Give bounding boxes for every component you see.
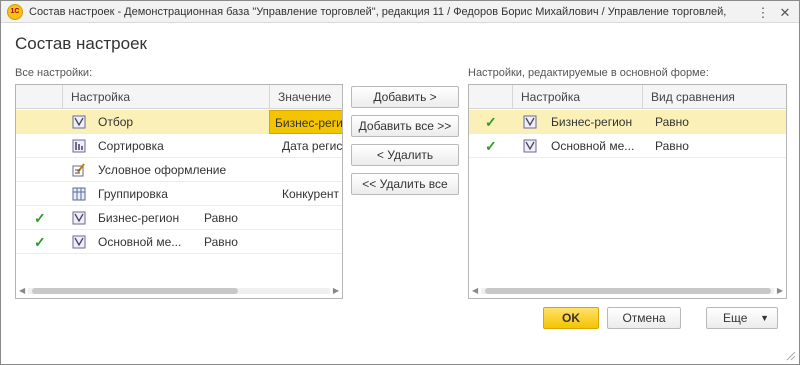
header-value[interactable]: Значение <box>269 85 342 109</box>
row-setting-name: Отбор <box>98 115 134 129</box>
ok-button[interactable]: OK <box>543 307 599 329</box>
header-check-column <box>16 85 62 109</box>
settings-dialog: 1С Состав настроек - Демонстрационная ба… <box>0 0 800 365</box>
remove-all-button[interactable]: << Удалить все <box>351 173 459 195</box>
more-button[interactable]: Еще ▼ <box>706 307 778 329</box>
scroll-thumb[interactable] <box>32 288 238 294</box>
header-check-column <box>469 85 512 109</box>
grouping-icon <box>72 187 86 201</box>
row-setting-name: Условное оформление <box>98 163 227 177</box>
scroll-thumb[interactable] <box>485 288 771 294</box>
grid-header: Настройка Вид сравнения <box>469 85 786 109</box>
cancel-button[interactable]: Отмена <box>607 307 681 329</box>
check-icon: ✓ <box>485 138 497 154</box>
check-icon: ✓ <box>485 114 497 130</box>
row-comparison: Равно <box>204 211 238 225</box>
row-value[interactable] <box>282 158 342 182</box>
sort-icon <box>72 139 86 153</box>
check-icon: ✓ <box>34 234 46 250</box>
row-value[interactable]: Дата регистрации <box>282 134 342 158</box>
row-setting-name: Бизнес-регион <box>98 211 180 225</box>
filter-icon <box>72 235 86 249</box>
header-comparison[interactable]: Вид сравнения <box>642 85 786 109</box>
table-row[interactable]: ✓ Бизнес-регион Равно <box>469 110 786 134</box>
grid-header: Настройка Значение <box>16 85 342 109</box>
page-title: Состав настроек <box>15 34 147 53</box>
header-setting[interactable]: Настройка <box>512 85 642 109</box>
row-value[interactable]: Бизнес-регион <box>269 110 342 134</box>
row-setting-name: Основной ме... <box>98 235 182 249</box>
remove-button[interactable]: < Удалить <box>351 144 459 166</box>
row-setting-name: Основной ме... <box>551 139 635 153</box>
more-menu-icon[interactable]: ⋮ <box>755 4 771 20</box>
close-icon[interactable]: ✕ <box>777 4 793 20</box>
table-row[interactable]: Группировка Конкурент <box>16 182 342 206</box>
row-comparison: Равно <box>204 235 238 249</box>
row-setting-name: Сортировка <box>98 139 164 153</box>
filter-icon <box>523 115 537 129</box>
table-row[interactable]: ✓ Бизнес-регион Равно <box>16 206 342 230</box>
all-settings-grid[interactable]: Настройка Значение Отбор Бизнес-регион С… <box>15 84 343 299</box>
scroll-left-icon[interactable]: ◀ <box>19 284 25 298</box>
table-row[interactable]: Сортировка Дата регистрации <box>16 134 342 158</box>
conditional-format-icon <box>72 163 85 177</box>
table-row[interactable]: ✓ Основной ме... Равно <box>16 230 342 254</box>
header-setting[interactable]: Настройка <box>62 85 269 109</box>
title-bar: 1С Состав настроек - Демонстрационная ба… <box>1 1 799 23</box>
main-form-settings-grid[interactable]: Настройка Вид сравнения ✓ Бизнес-регион … <box>468 84 787 299</box>
window-title: Состав настроек - Демонстрационная база … <box>29 5 729 18</box>
horizontal-scrollbar[interactable]: ◀ ▶ <box>16 284 342 298</box>
add-all-button[interactable]: Добавить все >> <box>351 115 459 137</box>
more-button-label: Еще <box>723 311 748 325</box>
filter-icon <box>72 211 86 225</box>
horizontal-scrollbar[interactable]: ◀ ▶ <box>469 284 786 298</box>
table-row[interactable]: Условное оформление <box>16 158 342 182</box>
row-setting-name: Группировка <box>98 187 168 201</box>
chevron-down-icon: ▼ <box>760 313 769 323</box>
filter-icon <box>523 139 537 153</box>
main-form-settings-label: Настройки, редактируемые в основной форм… <box>468 67 709 79</box>
all-settings-label: Все настройки: <box>15 67 93 79</box>
scroll-right-icon[interactable]: ▶ <box>333 284 339 298</box>
resize-grip-icon[interactable] <box>786 351 796 361</box>
check-icon: ✓ <box>34 210 46 226</box>
row-setting-name: Бизнес-регион <box>551 115 633 129</box>
row-comparison[interactable]: Равно <box>655 134 689 158</box>
table-row[interactable]: Отбор Бизнес-регион <box>16 110 342 134</box>
scroll-right-icon[interactable]: ▶ <box>777 284 783 298</box>
table-row[interactable]: ✓ Основной ме... Равно <box>469 134 786 158</box>
row-comparison[interactable]: Равно <box>655 110 689 134</box>
row-value[interactable]: Конкурент <box>282 182 342 206</box>
app-logo-icon: 1С <box>7 3 23 20</box>
add-button[interactable]: Добавить > <box>351 86 459 108</box>
filter-icon <box>72 115 86 129</box>
scroll-left-icon[interactable]: ◀ <box>472 284 478 298</box>
